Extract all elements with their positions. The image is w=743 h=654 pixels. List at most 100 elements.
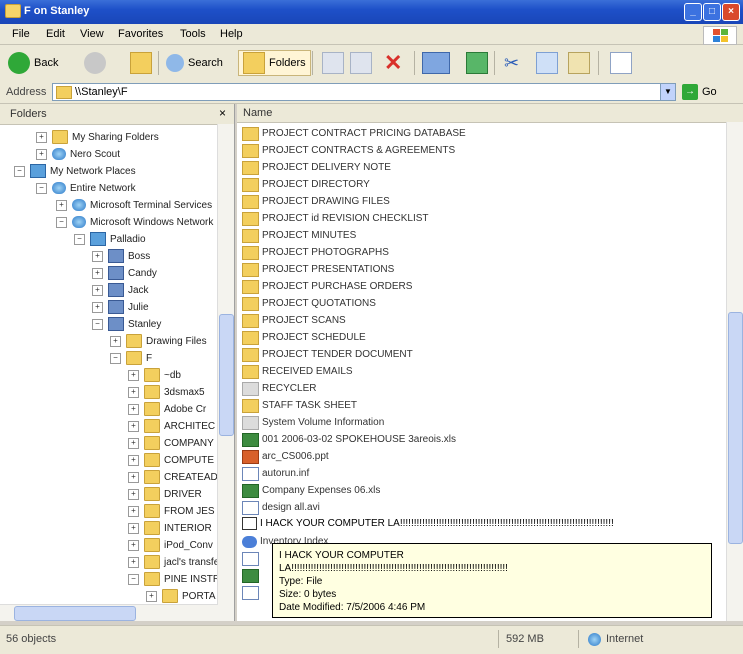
file-row[interactable]: autorun.inf bbox=[242, 465, 309, 482]
tree-item[interactable]: − Palladio bbox=[74, 231, 146, 247]
expand-icon[interactable]: + bbox=[128, 471, 139, 483]
tree-item[interactable]: + Adobe Cr bbox=[128, 401, 206, 417]
file-row[interactable]: PROJECT DRAWING FILES bbox=[242, 193, 390, 210]
tree-horizontal-scrollbar[interactable] bbox=[0, 604, 218, 621]
file-row[interactable]: 001 2006-03-02 SPOKEHOUSE 3areois.xls bbox=[242, 431, 456, 448]
delete-button[interactable]: ✕ bbox=[384, 50, 402, 76]
views-button[interactable] bbox=[422, 50, 450, 76]
forward-button[interactable] bbox=[84, 50, 110, 76]
tree-item[interactable]: + CREATEAD bbox=[128, 469, 218, 485]
file-row[interactable]: PROJECT QUOTATIONS bbox=[242, 295, 376, 312]
name-column-header[interactable]: Name bbox=[237, 104, 743, 123]
cut-button[interactable]: ✂ bbox=[504, 50, 519, 76]
tree-item[interactable]: + Microsoft Terminal Services bbox=[56, 197, 212, 213]
file-row[interactable]: PROJECT PURCHASE ORDERS bbox=[242, 278, 412, 295]
expand-icon[interactable]: + bbox=[128, 522, 139, 534]
tree-item[interactable]: +3dsmax5 bbox=[128, 384, 205, 400]
file-row[interactable]: PROJECT CONTRACTS & AGREEMENTS bbox=[242, 142, 455, 159]
expand-icon[interactable]: + bbox=[128, 454, 139, 466]
collapse-icon[interactable]: − bbox=[14, 165, 25, 177]
paste-button[interactable] bbox=[568, 50, 590, 76]
copy-button[interactable] bbox=[536, 50, 558, 76]
tree-item[interactable]: + Candy bbox=[92, 265, 157, 281]
files-vertical-scrollbar[interactable] bbox=[726, 122, 743, 621]
search-button[interactable]: Search bbox=[166, 50, 223, 76]
tree-item[interactable]: + DRIVER bbox=[128, 486, 202, 502]
file-row[interactable]: arc_CS006.ppt bbox=[242, 448, 329, 465]
tree-item[interactable]: + ARCHITEC bbox=[128, 418, 215, 434]
sync-button[interactable] bbox=[466, 50, 488, 76]
properties-button[interactable] bbox=[610, 50, 632, 76]
tree-item[interactable]: + Boss bbox=[92, 248, 150, 264]
file-row[interactable]: design all.avi bbox=[242, 499, 320, 516]
tree-item[interactable]: + COMPUTE bbox=[128, 452, 214, 468]
file-row[interactable]: PROJECT PHOTOGRAPHS bbox=[242, 244, 389, 261]
folders-button[interactable]: Folders bbox=[238, 50, 311, 76]
expand-icon[interactable]: + bbox=[128, 420, 139, 432]
tree-item[interactable]: + Nero Scout bbox=[36, 146, 120, 162]
tree-item[interactable]: − My Network Places bbox=[14, 163, 136, 179]
collapse-icon[interactable]: − bbox=[74, 233, 85, 245]
collapse-icon[interactable]: − bbox=[92, 318, 103, 330]
expand-icon[interactable]: + bbox=[92, 301, 103, 313]
menu-edit[interactable]: Edit bbox=[46, 28, 65, 40]
tree-item[interactable]: + PORTA bbox=[146, 588, 216, 604]
expand-icon[interactable]: + bbox=[36, 148, 47, 160]
expand-icon[interactable]: + bbox=[128, 539, 139, 551]
file-row[interactable]: PROJECT DIRECTORY bbox=[242, 176, 370, 193]
expand-icon[interactable]: + bbox=[110, 335, 121, 347]
go-button[interactable]: → Go bbox=[682, 83, 717, 101]
address-input[interactable]: \\Stanley\F ▼ bbox=[52, 83, 676, 101]
tree-item[interactable]: + COMPANY bbox=[128, 435, 214, 451]
menu-help[interactable]: Help bbox=[220, 28, 243, 40]
file-row[interactable]: PROJECT SCHEDULE bbox=[242, 329, 366, 346]
collapse-icon[interactable]: − bbox=[56, 216, 67, 228]
tree-vertical-scrollbar[interactable] bbox=[217, 124, 234, 621]
file-row[interactable]: System Volume Information bbox=[242, 414, 384, 431]
selected-file-row[interactable]: I HACK YOUR COMPUTER LA!!!!!!!!!!!!!!!!!… bbox=[242, 516, 614, 531]
file-row[interactable]: PROJECT id REVISION CHECKLIST bbox=[242, 210, 429, 227]
file-row[interactable]: Company Expenses 06.xls bbox=[242, 482, 380, 499]
minimize-button[interactable]: _ bbox=[684, 3, 702, 21]
expand-icon[interactable]: + bbox=[128, 386, 139, 398]
close-icon[interactable]: × bbox=[219, 106, 226, 120]
file-row[interactable]: PROJECT MINUTES bbox=[242, 227, 356, 244]
expand-icon[interactable]: + bbox=[128, 369, 139, 381]
menu-view[interactable]: View bbox=[80, 28, 104, 40]
tree-item[interactable]: − Entire Network bbox=[36, 180, 136, 196]
menu-tools[interactable]: Tools bbox=[180, 28, 206, 40]
tree-item[interactable]: + Julie bbox=[92, 299, 149, 315]
tree-item[interactable]: + iPod_Conv bbox=[128, 537, 213, 553]
maximize-button[interactable]: □ bbox=[703, 3, 721, 21]
menu-favorites[interactable]: Favorites bbox=[118, 28, 163, 40]
file-row[interactable]: RECYCLER bbox=[242, 380, 316, 397]
tree-item[interactable]: − Microsoft Windows Network bbox=[56, 214, 213, 230]
chevron-down-icon[interactable]: ▼ bbox=[660, 84, 675, 100]
tree-item[interactable]: + jacl's transfe bbox=[128, 554, 219, 570]
tree-item[interactable]: + My Sharing Folders bbox=[36, 129, 159, 145]
expand-icon[interactable]: + bbox=[92, 284, 103, 296]
tree-item[interactable]: + INTERIOR bbox=[128, 520, 212, 536]
collapse-icon[interactable]: − bbox=[36, 182, 47, 194]
tree-item[interactable]: − PINE INSTR bbox=[128, 571, 220, 587]
file-row[interactable]: STAFF TASK SHEET bbox=[242, 397, 357, 414]
expand-icon[interactable]: + bbox=[36, 131, 47, 143]
expand-icon[interactable]: + bbox=[92, 267, 103, 279]
tree-item[interactable]: − F bbox=[110, 350, 152, 366]
tree-item[interactable]: + Jack bbox=[92, 282, 149, 298]
expand-icon[interactable]: + bbox=[128, 403, 139, 415]
expand-icon[interactable]: + bbox=[128, 556, 139, 568]
expand-icon[interactable]: + bbox=[128, 488, 139, 500]
copy-to-button[interactable] bbox=[350, 50, 372, 76]
file-row[interactable]: PROJECT PRESENTATIONS bbox=[242, 261, 394, 278]
expand-icon[interactable]: + bbox=[92, 250, 103, 262]
collapse-icon[interactable]: − bbox=[110, 352, 121, 364]
move-to-button[interactable] bbox=[322, 50, 344, 76]
close-button[interactable]: × bbox=[722, 3, 740, 21]
file-row[interactable] bbox=[242, 584, 262, 601]
up-folder-button[interactable] bbox=[130, 50, 152, 76]
file-row[interactable] bbox=[242, 567, 262, 584]
file-row[interactable]: PROJECT DELIVERY NOTE bbox=[242, 159, 391, 176]
tree-item[interactable]: − Stanley bbox=[92, 316, 161, 332]
collapse-icon[interactable]: − bbox=[128, 573, 139, 585]
